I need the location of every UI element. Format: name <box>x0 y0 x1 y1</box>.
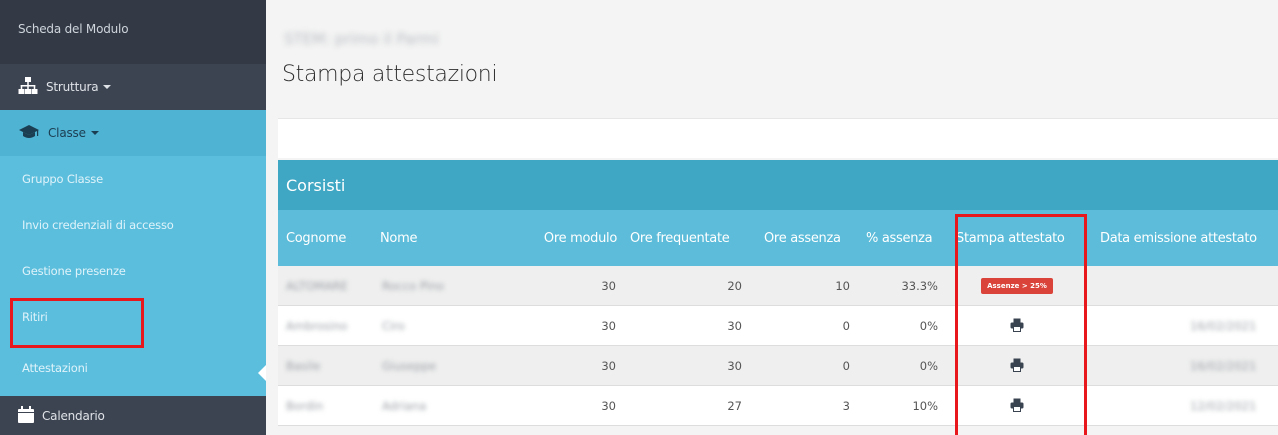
cell-nome: Adriana <box>382 399 427 413</box>
cell-ore-assenza: 0 <box>842 319 850 333</box>
cell-data-emissione: 16/02/2021 <box>1190 359 1257 373</box>
column-header-cognome[interactable]: Cognome <box>286 210 346 266</box>
cell-cognome: Basile <box>286 359 321 373</box>
page-title: Stampa attestazioni <box>282 62 498 87</box>
table-row: Ambrosino Ciro 30 30 0 0% 16/02/2021 <box>278 306 1278 346</box>
cell-ore-assenza: 0 <box>842 359 850 373</box>
graduation-cap-icon <box>18 124 40 143</box>
column-header-ore-frequentate[interactable]: Ore frequentate <box>630 210 730 266</box>
sidebar-item-label: Invio credenziali di accesso <box>22 218 174 232</box>
column-header-data-emissione[interactable]: Data emissione attestato <box>1100 210 1257 266</box>
cell-ore-assenza: 10 <box>835 279 850 293</box>
breadcrumb: STEM: primo il Parmi <box>284 30 439 48</box>
cell-nome: Ciro <box>382 319 405 333</box>
highlight-box-stampa-attestato <box>955 214 1087 435</box>
calendar-icon <box>18 405 34 426</box>
toolbar-strip <box>278 118 1278 158</box>
column-header-nome[interactable]: Nome <box>380 210 417 266</box>
sidebar-item-classe[interactable]: Classe <box>0 110 266 156</box>
sidebar-item-label: Gruppo Classe <box>22 172 103 186</box>
panel-title: Corsisti <box>286 175 346 195</box>
cell-data-emissione: 12/02/2021 <box>1190 399 1257 413</box>
cell-perc-assenza: 0% <box>919 319 938 333</box>
sidebar-item-label: Struttura <box>46 80 99 94</box>
sidebar-item-gruppo-classe[interactable]: Gruppo Classe <box>0 156 266 202</box>
cell-ore-modulo: 30 <box>601 319 616 333</box>
column-header-perc-assenza[interactable]: % assenza <box>866 210 933 266</box>
cell-ore-frequentate: 30 <box>727 319 742 333</box>
cell-cognome: Ambrosino <box>286 319 348 333</box>
sidebar: Scheda del Modulo Struttura Classe Grupp… <box>0 0 266 435</box>
sidebar-item-label: Scheda del Modulo <box>18 22 129 36</box>
highlight-box-ritiri <box>10 298 144 348</box>
active-indicator <box>258 365 266 381</box>
table-header: Cognome Nome Ore modulo Ore frequentate … <box>278 210 1278 266</box>
sidebar-item-struttura[interactable]: Struttura <box>0 64 266 110</box>
sitemap-icon <box>18 76 38 98</box>
sidebar-item-label: Calendario <box>42 408 105 423</box>
cell-nome: Giuseppe <box>382 359 437 373</box>
column-header-ore-assenza[interactable]: Ore assenza <box>764 210 841 266</box>
sidebar-item-label: Classe <box>48 126 86 140</box>
sidebar-item-attestazioni[interactable]: Attestazioni <box>0 340 266 396</box>
cell-data-emissione: 16/02/2021 <box>1190 319 1257 333</box>
sidebar-item-label: Attestazioni <box>22 361 88 375</box>
sidebar-item-gestione-presenze[interactable]: Gestione presenze <box>0 248 266 294</box>
cell-nome: Rocco Pino <box>382 279 445 293</box>
caret-down-icon <box>103 85 112 89</box>
cell-ore-frequentate: 30 <box>727 359 742 373</box>
table-row: ALTOMARE Rocco Pino 30 20 10 33.3% Assen… <box>278 266 1278 306</box>
cell-ore-modulo: 30 <box>601 279 616 293</box>
table-row: Bordin Adriana 30 27 3 10% 12/02/2021 <box>278 386 1278 426</box>
cell-perc-assenza: 10% <box>912 399 938 413</box>
cell-perc-assenza: 33.3% <box>901 279 938 293</box>
sidebar-item-calendario[interactable]: Calendario <box>0 396 266 435</box>
cell-ore-modulo: 30 <box>601 399 616 413</box>
cell-cognome: Bordin <box>286 399 324 413</box>
main-content: STEM: primo il Parmi Stampa attestazioni… <box>266 0 1278 435</box>
cell-ore-modulo: 30 <box>601 359 616 373</box>
table-row: Basile Giuseppe 30 30 0 0% 16/02/2021 <box>278 346 1278 386</box>
caret-down-icon <box>90 131 99 135</box>
sidebar-item-invio-credenziali[interactable]: Invio credenziali di accesso <box>0 202 266 248</box>
panel-header: Corsisti <box>278 160 1278 210</box>
cell-cognome: ALTOMARE <box>286 279 348 293</box>
cell-perc-assenza: 0% <box>919 359 938 373</box>
sidebar-item-scheda-modulo[interactable]: Scheda del Modulo <box>0 0 266 64</box>
sidebar-item-label: Gestione presenze <box>22 264 126 278</box>
cell-ore-frequentate: 20 <box>727 279 742 293</box>
cell-ore-frequentate: 27 <box>727 399 742 413</box>
cell-ore-assenza: 3 <box>842 399 850 413</box>
column-header-ore-modulo[interactable]: Ore modulo <box>518 210 617 266</box>
